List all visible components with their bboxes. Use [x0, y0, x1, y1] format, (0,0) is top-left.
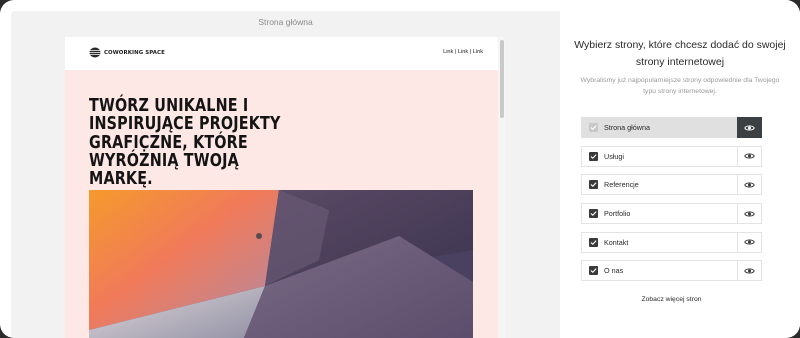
- page-label: Usługi: [604, 151, 624, 161]
- panel-title: Wybierz strony, które chcesz dodać do sw…: [574, 39, 786, 68]
- check-icon: [590, 239, 597, 245]
- preview-page-button[interactable]: [737, 174, 762, 196]
- scrollbar-thumb[interactable]: [499, 40, 504, 118]
- see-more-pages-link[interactable]: Zobacz więcej stron: [560, 296, 783, 303]
- page-row-referencje[interactable]: Referencje: [581, 174, 762, 196]
- page-row-main[interactable]: Portfolio: [581, 203, 737, 225]
- page-row-main[interactable]: O nas: [581, 260, 737, 282]
- checkbox[interactable]: [589, 237, 598, 247]
- preview-page-button[interactable]: [737, 203, 762, 225]
- check-icon: [590, 182, 597, 188]
- logo-icon: [89, 47, 101, 58]
- page-label: Portfolio: [604, 209, 631, 219]
- eye-icon: [744, 239, 755, 245]
- site-logo: COWORKING SPACE: [89, 47, 165, 58]
- page-row-main[interactable]: Usługi: [581, 145, 737, 167]
- site-header: COWORKING SPACE Link | Link | Link: [65, 37, 505, 70]
- preview-page-button[interactable]: [737, 231, 762, 253]
- eye-icon: [744, 211, 755, 217]
- eye-icon: [744, 153, 755, 159]
- preview-page-button[interactable]: [737, 117, 762, 138]
- eye-icon: [744, 182, 755, 188]
- page-row-main[interactable]: Referencje: [581, 174, 737, 196]
- eye-icon: [744, 268, 755, 274]
- page-row-strona-glowna[interactable]: Strona główna: [581, 117, 762, 138]
- page-row-uslugi[interactable]: Usługi: [581, 145, 762, 167]
- page-row-main[interactable]: Kontakt: [581, 231, 737, 253]
- checkbox[interactable]: [589, 123, 598, 132]
- preview-scrollbar[interactable]: [498, 37, 505, 338]
- hero-title: TWÓRZ UNIKALNE I INSPIRUJĄCE PROJEKTY GR…: [89, 96, 281, 190]
- page-row-kontakt[interactable]: Kontakt: [581, 231, 762, 253]
- page-selection-panel: Wybierz strony, które chcesz dodać do sw…: [560, 0, 800, 338]
- check-icon: [590, 211, 597, 217]
- page-row-portfolio[interactable]: Portfolio: [581, 203, 762, 225]
- preview-page-button[interactable]: [737, 145, 762, 167]
- pages-list: Strona główna Usługi Referencje Portfoli…: [581, 117, 762, 289]
- page-row-o-nas[interactable]: O nas: [581, 260, 762, 282]
- site-nav-links[interactable]: Link | Link | Link: [443, 49, 483, 55]
- eye-icon: [744, 124, 755, 131]
- checkbox[interactable]: [589, 180, 598, 190]
- app-window: Strona główna COWORKING SPACE Link | Lin…: [0, 0, 800, 338]
- preview-page-button[interactable]: [737, 260, 762, 282]
- checkbox[interactable]: [589, 209, 598, 219]
- hero-image: [89, 190, 473, 338]
- page-label: Kontakt: [604, 237, 629, 247]
- page-row-main[interactable]: Strona główna: [581, 117, 737, 138]
- preview-title: Strona główna: [258, 17, 313, 27]
- checkbox[interactable]: [589, 151, 598, 161]
- page-label: O nas: [604, 266, 624, 276]
- panel-subtitle: Wybraliśmy już najpopularniejsze strony …: [580, 77, 780, 95]
- checkbox[interactable]: [589, 266, 598, 276]
- check-icon: [590, 125, 597, 131]
- check-icon: [590, 268, 597, 274]
- page-preview: Strona główna COWORKING SPACE Link | Lin…: [11, 11, 560, 338]
- logo-text: COWORKING SPACE: [104, 49, 165, 56]
- page-label: Referencje: [604, 180, 639, 190]
- check-icon: [590, 153, 597, 159]
- page-label: Strona główna: [604, 123, 650, 132]
- website-preview[interactable]: COWORKING SPACE Link | Link | Link TWÓRZ…: [65, 37, 505, 338]
